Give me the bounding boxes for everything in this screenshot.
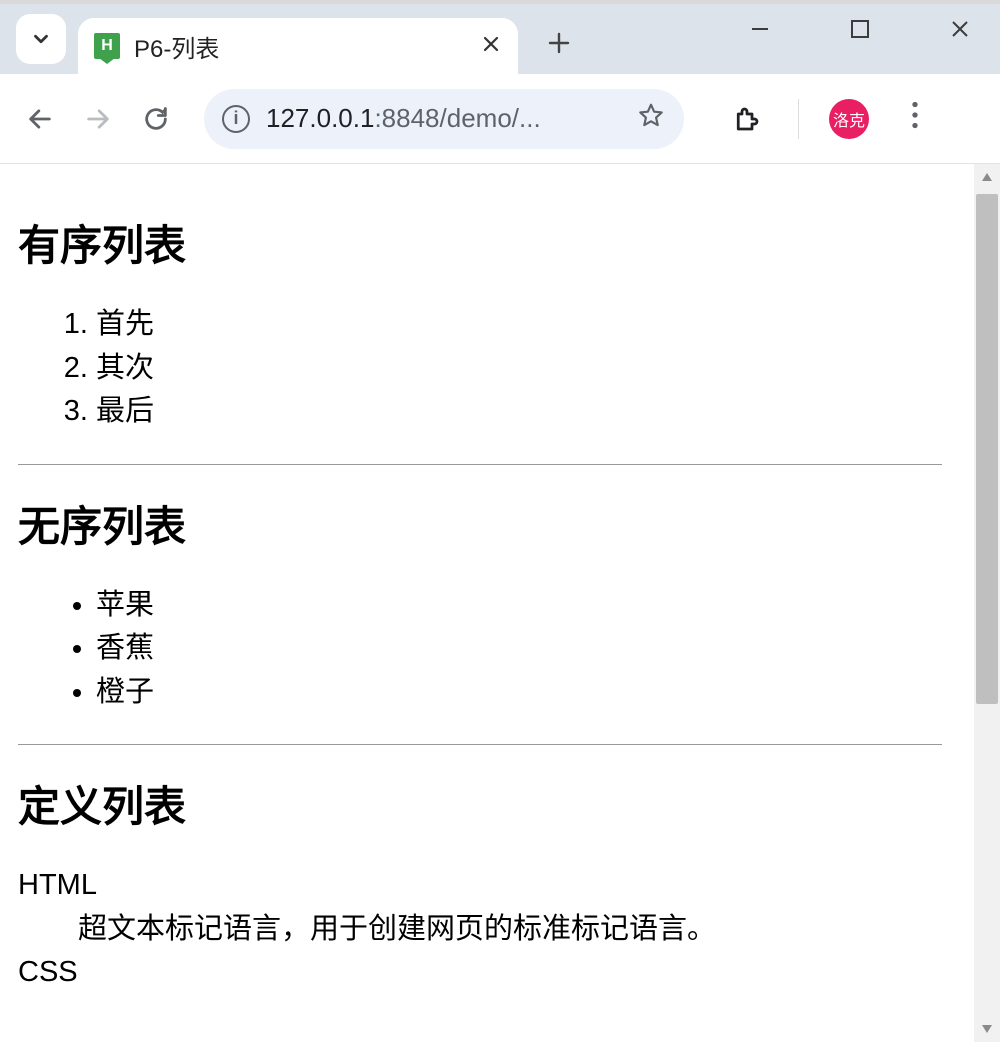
scrollbar[interactable]: [974, 164, 1000, 1042]
divider: [18, 464, 942, 465]
list-item: 橙子: [96, 671, 942, 715]
section-heading-ordered: 有序列表: [18, 212, 942, 273]
close-icon: [482, 35, 500, 53]
window-controls: [740, 18, 980, 40]
arrow-right-icon: [84, 105, 112, 133]
definition-term: CSS: [18, 951, 942, 995]
menu-button[interactable]: [911, 101, 919, 136]
new-tab-button[interactable]: [544, 28, 574, 58]
divider: [18, 744, 942, 745]
minimize-button[interactable]: [740, 18, 780, 40]
definition-list: HTML 超文本标记语言，用于创建网页的标准标记语言。 CSS: [18, 864, 942, 995]
tab-title: P6-列表: [134, 29, 478, 64]
url-port: :8848: [374, 103, 439, 133]
list-item: 最后: [96, 390, 942, 434]
ordered-list: 首先 其次 最后: [18, 303, 942, 434]
scroll-down-button[interactable]: [974, 1016, 1000, 1042]
definition-desc: 超文本标记语言，用于创建网页的标准标记语言。: [78, 908, 942, 952]
page-content: 有序列表 首先 其次 最后 无序列表 苹果 香蕉 橙子 定义列表 HTML 超文…: [0, 164, 960, 1005]
list-item: 香蕉: [96, 627, 942, 671]
url-text: 127.0.0.1:8848/demo/...: [266, 103, 622, 134]
toolbar-separator: [798, 99, 799, 139]
tab-close-button[interactable]: [478, 32, 504, 60]
forward-button[interactable]: [78, 99, 118, 139]
site-info-button[interactable]: i: [222, 105, 250, 133]
address-bar[interactable]: i 127.0.0.1:8848/demo/...: [204, 89, 684, 149]
tab-favicon-icon: H: [94, 33, 120, 59]
list-item: 其次: [96, 347, 942, 391]
titlebar: H P6-列表: [0, 4, 1000, 74]
list-item: 苹果: [96, 584, 942, 628]
reload-icon: [142, 105, 170, 133]
reload-button[interactable]: [136, 99, 176, 139]
profile-label: 洛克: [833, 107, 865, 131]
star-icon: [638, 102, 664, 128]
browser-window: H P6-列表: [0, 4, 1000, 1042]
url-path: /demo/...: [440, 103, 541, 133]
extensions-button[interactable]: [732, 104, 762, 134]
close-icon: [949, 18, 971, 40]
list-item: 首先: [96, 303, 942, 347]
close-window-button[interactable]: [940, 18, 980, 40]
maximize-button[interactable]: [840, 18, 880, 40]
plus-icon: [548, 32, 570, 54]
triangle-up-icon: [980, 170, 994, 184]
maximize-icon: [849, 18, 871, 40]
info-icon: i: [233, 108, 238, 129]
profile-button[interactable]: 洛克: [829, 99, 869, 139]
url-host: 127.0.0.1: [266, 103, 374, 133]
triangle-down-icon: [980, 1022, 994, 1036]
puzzle-icon: [732, 104, 762, 134]
definition-term: HTML: [18, 864, 942, 908]
bookmark-button[interactable]: [638, 102, 664, 135]
kebab-icon: [911, 101, 919, 129]
viewport: 有序列表 首先 其次 最后 无序列表 苹果 香蕉 橙子 定义列表 HTML 超文…: [0, 164, 1000, 1042]
section-heading-definition: 定义列表: [18, 773, 942, 834]
arrow-left-icon: [26, 105, 54, 133]
browser-tab[interactable]: H P6-列表: [78, 18, 518, 74]
section-heading-unordered: 无序列表: [18, 493, 942, 554]
minimize-icon: [749, 18, 771, 40]
scroll-up-button[interactable]: [974, 164, 1000, 190]
chevron-down-icon: [30, 28, 52, 50]
nav-toolbar: i 127.0.0.1:8848/demo/... 洛克: [0, 74, 1000, 164]
unordered-list: 苹果 香蕉 橙子: [18, 584, 942, 715]
scroll-thumb[interactable]: [976, 194, 998, 704]
back-button[interactable]: [20, 99, 60, 139]
tab-search-button[interactable]: [16, 14, 66, 64]
